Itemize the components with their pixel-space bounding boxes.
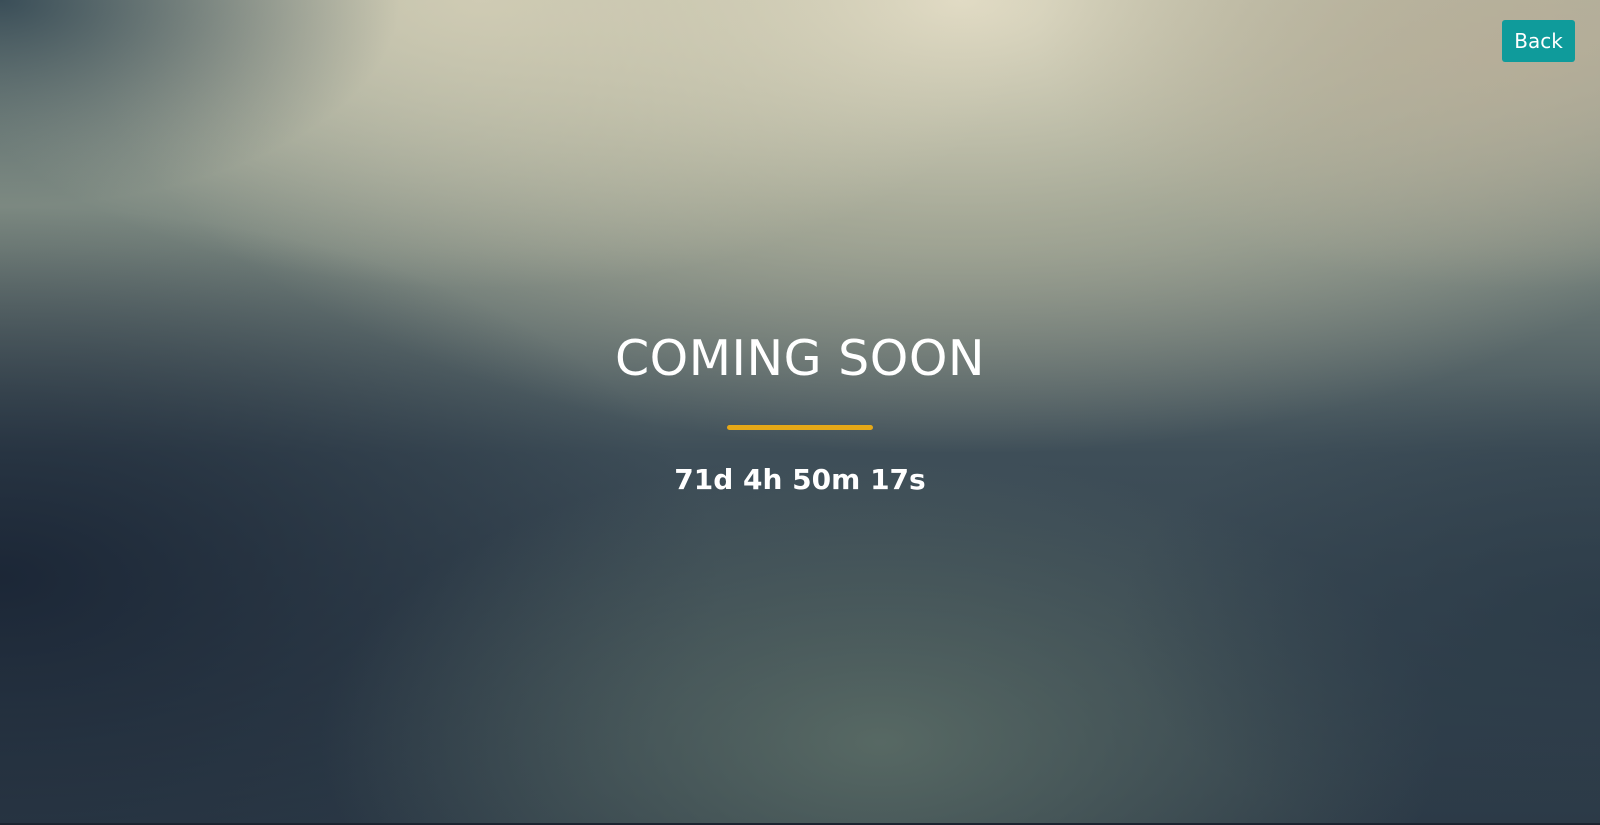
main-content: COMING SOON 71d 4h 50m 17s bbox=[0, 328, 1600, 500]
page-title: COMING SOON bbox=[614, 330, 986, 387]
countdown-timer: 71d 4h 50m 17s bbox=[674, 463, 926, 496]
coming-soon-page: Back COMING SOON 71d 4h 50m 17s bbox=[0, 0, 1600, 825]
accent-divider bbox=[727, 425, 873, 430]
back-button[interactable]: Back bbox=[1502, 20, 1575, 62]
